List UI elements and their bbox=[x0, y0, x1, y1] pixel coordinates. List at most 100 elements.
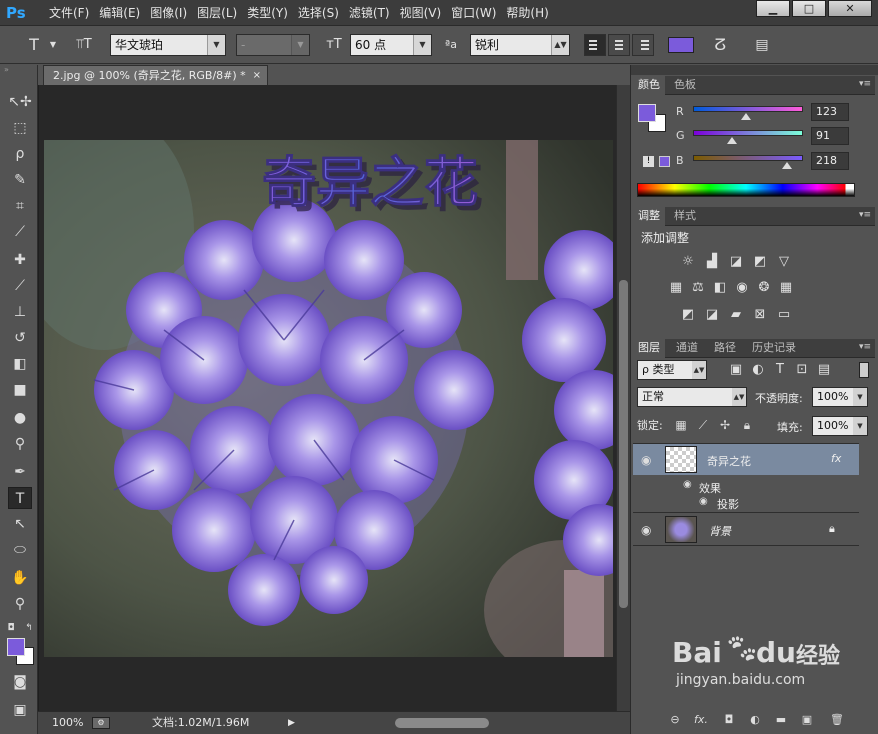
dodge-icon[interactable]: ⚲ bbox=[8, 433, 32, 455]
blend-mode-select[interactable]: 正常 ▲▼ bbox=[637, 387, 747, 407]
link-layers-icon[interactable]: ⊖ bbox=[665, 712, 685, 728]
layer-filter-select[interactable]: ρ 类型 ▲▼ bbox=[637, 360, 707, 380]
menu-edit[interactable]: 编辑(E) bbox=[94, 0, 145, 26]
marquee-icon[interactable]: ⬚ bbox=[8, 117, 32, 139]
fill-field[interactable]: 100% ▼ bbox=[812, 416, 868, 436]
channel-b-slider[interactable] bbox=[693, 155, 803, 161]
filter-toggle[interactable] bbox=[859, 362, 869, 378]
font-size-select[interactable]: 60 点 ▼ bbox=[350, 34, 432, 56]
panel-menu-icon[interactable]: ▾≡ bbox=[859, 342, 871, 352]
type-icon[interactable]: T bbox=[8, 487, 32, 509]
eye-icon[interactable]: ◉ bbox=[641, 523, 651, 537]
layer-effect-row[interactable]: ◉ 投影 bbox=[633, 493, 859, 513]
hand-icon[interactable]: ✋ bbox=[8, 567, 32, 589]
filter-adjustment-icon[interactable]: ◐ bbox=[749, 362, 767, 378]
channel-b-value[interactable]: 218 bbox=[811, 152, 849, 170]
levels-icon[interactable]: ▟ bbox=[703, 254, 721, 270]
eye-icon[interactable]: ◉ bbox=[699, 496, 708, 507]
status-icon[interactable]: ⚙ bbox=[92, 717, 110, 729]
photo-filter-icon[interactable]: ◉ bbox=[733, 280, 751, 296]
layer-name[interactable]: 奇异之花 bbox=[707, 453, 751, 469]
move-icon[interactable]: ↖✢ bbox=[8, 91, 32, 113]
color-spectrum[interactable] bbox=[637, 183, 855, 197]
default-colors-icon[interactable]: ◘ bbox=[4, 617, 18, 639]
menu-file[interactable]: 文件(F) bbox=[44, 0, 94, 26]
menu-view[interactable]: 视图(V) bbox=[395, 0, 447, 26]
zoom-icon[interactable]: ⚲ bbox=[8, 593, 32, 615]
opacity-field[interactable]: 100% ▼ bbox=[812, 387, 868, 407]
menu-window[interactable]: 窗口(W) bbox=[446, 0, 501, 26]
tab-history[interactable]: 历史记录 bbox=[747, 339, 801, 358]
eraser-icon[interactable]: ◧ bbox=[8, 353, 32, 375]
channel-r-slider[interactable] bbox=[693, 106, 803, 112]
scrollbar-thumb[interactable] bbox=[619, 280, 628, 608]
filter-shape-icon[interactable]: ⊡ bbox=[793, 362, 811, 378]
minimize-button[interactable]: ▁ bbox=[756, 0, 790, 17]
healing-icon[interactable]: ✚ bbox=[8, 249, 32, 271]
align-center-button[interactable] bbox=[608, 34, 630, 56]
close-icon[interactable]: × bbox=[253, 66, 261, 85]
menu-image[interactable]: 图像(I) bbox=[145, 0, 192, 26]
filter-pixel-icon[interactable]: ▣ bbox=[727, 362, 745, 378]
menu-select[interactable]: 选择(S) bbox=[293, 0, 344, 26]
lock-pixels-icon[interactable]: ⟋ bbox=[695, 417, 711, 433]
new-layer-icon[interactable]: ▣ bbox=[797, 712, 817, 728]
add-mask-icon[interactable]: ◘ bbox=[719, 712, 739, 728]
gamut-warning-icon[interactable]: ! bbox=[643, 156, 654, 167]
vibrance-icon[interactable]: ▽ bbox=[775, 254, 793, 270]
lock-position-icon[interactable]: ✢ bbox=[717, 417, 733, 433]
threshold-icon[interactable]: ▰ bbox=[727, 307, 745, 323]
delete-layer-icon[interactable]: 🗑︎ bbox=[827, 712, 847, 728]
hue-saturation-icon[interactable]: ▦ bbox=[667, 280, 685, 296]
new-group-icon[interactable]: ▬ bbox=[771, 712, 791, 728]
ellipse-icon[interactable]: ⬭ bbox=[8, 539, 32, 561]
status-menu-arrow-icon[interactable]: ▶ bbox=[288, 716, 295, 730]
layer-row-background[interactable]: ◉ 背景 🔒︎ bbox=[633, 512, 859, 546]
panel-menu-icon[interactable]: ▾≡ bbox=[859, 210, 871, 220]
tab-adjustments[interactable]: 调整 bbox=[633, 207, 665, 226]
filter-smart-icon[interactable]: ▤ bbox=[815, 362, 833, 378]
channel-r-knob[interactable] bbox=[741, 113, 752, 120]
align-right-button[interactable] bbox=[632, 34, 654, 56]
tab-layers[interactable]: 图层 bbox=[633, 339, 665, 358]
panel-grip[interactable] bbox=[631, 65, 878, 75]
layer-name[interactable]: 背景 bbox=[709, 523, 731, 539]
tab-paths[interactable]: 路径 bbox=[709, 339, 741, 358]
swap-colors-icon[interactable]: ↰ bbox=[22, 617, 36, 639]
stamp-icon[interactable]: ⊥ bbox=[8, 301, 32, 323]
scrollbar-thumb[interactable] bbox=[395, 718, 489, 728]
tab-channels[interactable]: 通道 bbox=[671, 339, 703, 358]
gradient-map-icon[interactable]: ▭ bbox=[775, 307, 793, 323]
channel-mixer-icon[interactable]: ❂ bbox=[755, 280, 773, 296]
chevron-down-icon[interactable]: ▼ bbox=[47, 34, 59, 56]
selective-color-icon[interactable]: ⊠ bbox=[751, 307, 769, 323]
document-canvas-image[interactable]: 奇异之花 奇异之花 bbox=[44, 140, 613, 657]
channel-g-knob[interactable] bbox=[727, 137, 738, 144]
curves-icon[interactable]: ◪ bbox=[727, 254, 745, 270]
channel-g-slider[interactable] bbox=[693, 130, 803, 136]
panel-menu-icon[interactable]: ▾≡ bbox=[859, 79, 871, 89]
invert-icon[interactable]: ◩ bbox=[679, 307, 697, 323]
text-orientation-icon[interactable]: ⫪T bbox=[72, 34, 96, 56]
eye-icon[interactable]: ◉ bbox=[641, 453, 651, 467]
black-white-icon[interactable]: ◧ bbox=[711, 280, 729, 296]
quick-mask-icon[interactable]: ◙ bbox=[8, 671, 32, 693]
color-foreground-swatch[interactable] bbox=[638, 104, 656, 122]
posterize-icon[interactable]: ◪ bbox=[703, 307, 721, 323]
type-tool-preset-icon[interactable]: T bbox=[22, 34, 46, 56]
channel-b-knob[interactable] bbox=[782, 162, 793, 169]
character-panel-icon[interactable]: ▤ bbox=[750, 34, 774, 56]
crop-icon[interactable]: ⌗ bbox=[8, 195, 32, 217]
exposure-icon[interactable]: ◩ bbox=[751, 254, 769, 270]
lock-all-icon[interactable]: 🔒︎ bbox=[739, 417, 755, 433]
color-lookup-icon[interactable]: ▦ bbox=[777, 280, 795, 296]
tab-styles[interactable]: 样式 bbox=[669, 207, 701, 226]
font-family-select[interactable]: 华文琥珀 ▼ bbox=[110, 34, 226, 56]
layer-row-text[interactable]: ◉ 奇异之花 fx bbox=[633, 443, 859, 475]
font-style-select[interactable]: - ▼ bbox=[236, 34, 310, 56]
zoom-level[interactable]: 100% bbox=[52, 716, 83, 730]
tab-color[interactable]: 颜色 bbox=[633, 76, 665, 95]
gradient-icon[interactable]: ■ bbox=[8, 379, 32, 401]
foreground-color-swatch[interactable] bbox=[7, 638, 25, 656]
vertical-scrollbar[interactable] bbox=[616, 85, 630, 711]
